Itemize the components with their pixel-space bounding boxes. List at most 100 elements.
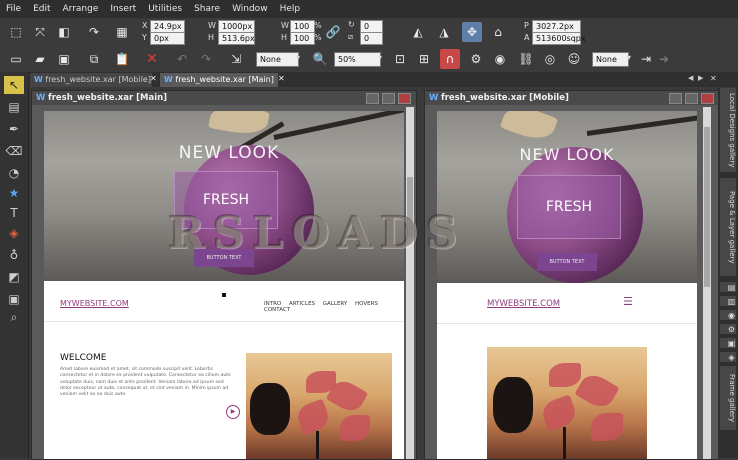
maximize-button[interactable] [685,93,698,104]
delete-icon[interactable]: ✕ [142,49,162,69]
scroll-thumb[interactable] [704,127,710,287]
hamburger-menu-icon[interactable]: ☰ [623,295,633,308]
gallery-icon[interactable]: ◉ [720,310,736,320]
menu-edit[interactable]: Edit [27,4,56,14]
y-field[interactable]: 0px [150,32,185,45]
tabs-close-icon[interactable]: ✕ [710,74,717,83]
magnet-snap-icon[interactable]: ∩ [440,49,460,69]
maximize-button[interactable] [382,93,395,104]
nav-articles[interactable]: ARTICLES [289,301,315,307]
transparency-tool-icon[interactable]: ♁ [4,246,24,264]
preview-icon[interactable]: ◉ [490,49,510,69]
selection-handle[interactable] [222,293,226,297]
xara-doc-icon: W [429,93,439,103]
save-icon[interactable]: ▣ [54,49,74,69]
link-icon[interactable]: ⛓ [516,49,536,69]
name-select[interactable]: None [592,52,629,67]
frame-gallery-tab[interactable]: Frame gallery [720,366,736,430]
zoom-fit-icon[interactable]: ⊡ [390,49,410,69]
quality-select[interactable]: None [256,52,299,67]
name-dropdown-icon[interactable]: ▾ [627,53,631,62]
rotate-icon[interactable]: ↷ [84,22,104,42]
gallery-icon[interactable]: ▥ [720,296,736,306]
play-icon[interactable]: ▶ [226,405,240,419]
nav-gallery[interactable]: GALLERY [323,301,347,307]
menu-share[interactable]: Share [188,4,226,14]
tag-icon[interactable]: ⌂ [488,22,508,42]
zoom-tool-icon[interactable]: ⌕ [4,308,24,326]
local-designs-gallery-tab[interactable]: Local Designs gallery [720,88,736,172]
page-layer-gallery-tab[interactable]: Page & Layer gallery [720,178,736,276]
transform-icon[interactable]: ⤧ [30,22,50,42]
flip-horizontal-icon[interactable]: ◭ [408,22,428,42]
zoom-dropdown-icon[interactable]: ▾ [378,53,382,62]
hero-button[interactable]: BUTTON TEXT [194,249,254,267]
nav-contact[interactable]: CONTACT [264,307,290,313]
skew-field[interactable]: 0 [360,32,383,45]
tab-main-close-icon[interactable]: ✕ [278,74,285,83]
site-logo[interactable]: MYWEBSITE.COM [487,299,560,309]
copy-icon[interactable]: ⧉ [84,49,104,69]
bucket-icon[interactable]: ◧ [54,22,74,42]
hero-button[interactable]: BUTTON TEXT [537,253,597,271]
menu-utilities[interactable]: Utilities [142,4,188,14]
mobile-page-canvas[interactable]: NEW LOOK FRESH BUTTON TEXT MYWEBSITE.COM… [437,111,697,459]
grid-icon[interactable]: ▦ [112,22,132,42]
menu-file[interactable]: File [0,4,27,14]
minimize-button[interactable] [669,93,682,104]
web-properties-icon[interactable]: ⚙ [466,49,486,69]
height-field[interactable]: 513.6px [218,32,255,45]
flip-vertical-icon[interactable]: ◮ [434,22,454,42]
star-tool-icon[interactable]: ★ [4,184,24,202]
open-folder-icon[interactable]: ▰ [30,49,50,69]
shadow-tool-icon[interactable]: ◩ [4,268,24,286]
quality-dropdown-icon[interactable]: ▾ [296,53,300,62]
paste-icon[interactable]: 📋 [112,49,132,69]
zoom-select[interactable]: 50% [334,52,381,67]
menu-window[interactable]: Window [226,4,274,14]
menu-insert[interactable]: Insert [104,4,142,14]
new-document-icon[interactable]: ▭ [6,49,26,69]
select-inside-icon[interactable]: ⬚ [6,22,26,42]
tabs-scroll-right-icon[interactable]: ▶ [698,74,703,82]
page-canvas[interactable]: NEW LOOK FRESH BUTTON TEXT MYWEBSITE.COM… [44,111,404,459]
selector-tool-icon[interactable]: ↖ [4,76,24,94]
mobile-vertical-scrollbar[interactable] [703,107,711,459]
close-button[interactable] [701,93,714,104]
pen-tool-icon[interactable]: ✒ [4,120,24,138]
tab-mobile[interactable]: W fresh_website.xar [Mobile] [30,73,152,87]
photo-tool-icon[interactable]: ▣ [4,290,24,308]
forward-arrow-icon[interactable]: ➜ [654,49,674,69]
shape-tool-icon[interactable]: ◔ [4,164,24,182]
gallery-icon[interactable]: ▤ [720,282,736,292]
lock-aspect-icon[interactable]: 🔗 [326,22,341,42]
undo-icon[interactable]: ↶ [172,49,192,69]
menu-arrange[interactable]: Arrange [57,4,105,14]
gallery-icon[interactable]: ⚙ [720,324,736,334]
eraser-tool-icon[interactable]: ⌫ [4,142,24,160]
nav-hovers[interactable]: HOVERS [355,301,378,307]
tab-mobile-close-icon[interactable]: ✕ [150,74,157,83]
publish-icon[interactable]: ☺ [564,49,584,69]
import-icon[interactable]: ⇲ [226,49,246,69]
gallery-icon[interactable]: ◈ [720,352,736,362]
browser-preview-icon[interactable]: ◎ [540,49,560,69]
tab-main[interactable]: W fresh_website.xar [Main] [160,73,278,87]
fill-tool-icon[interactable]: ◈ [4,224,24,242]
site-logo[interactable]: MYWEBSITE.COM [60,299,129,308]
redo-icon[interactable]: ↷ [196,49,216,69]
zoom-page-icon[interactable]: ⊞ [414,49,434,69]
apply-icon[interactable]: ⇥ [636,49,656,69]
tabs-scroll-left-icon[interactable]: ◀ [688,74,693,82]
menu-help[interactable]: Help [274,4,307,14]
scroll-thumb[interactable] [407,177,413,237]
height-percent-field[interactable]: 100 [290,32,315,45]
main-vertical-scrollbar[interactable] [406,107,414,459]
move-tool-active-icon[interactable]: ✥ [462,22,482,42]
gallery-icon[interactable]: ▣ [720,338,736,348]
page-tool-icon[interactable]: ▤ [4,98,24,116]
close-button[interactable] [398,93,411,104]
zoom-icon[interactable]: 🔍 [310,49,330,69]
minimize-button[interactable] [366,93,379,104]
text-tool-icon[interactable]: T [4,204,24,222]
